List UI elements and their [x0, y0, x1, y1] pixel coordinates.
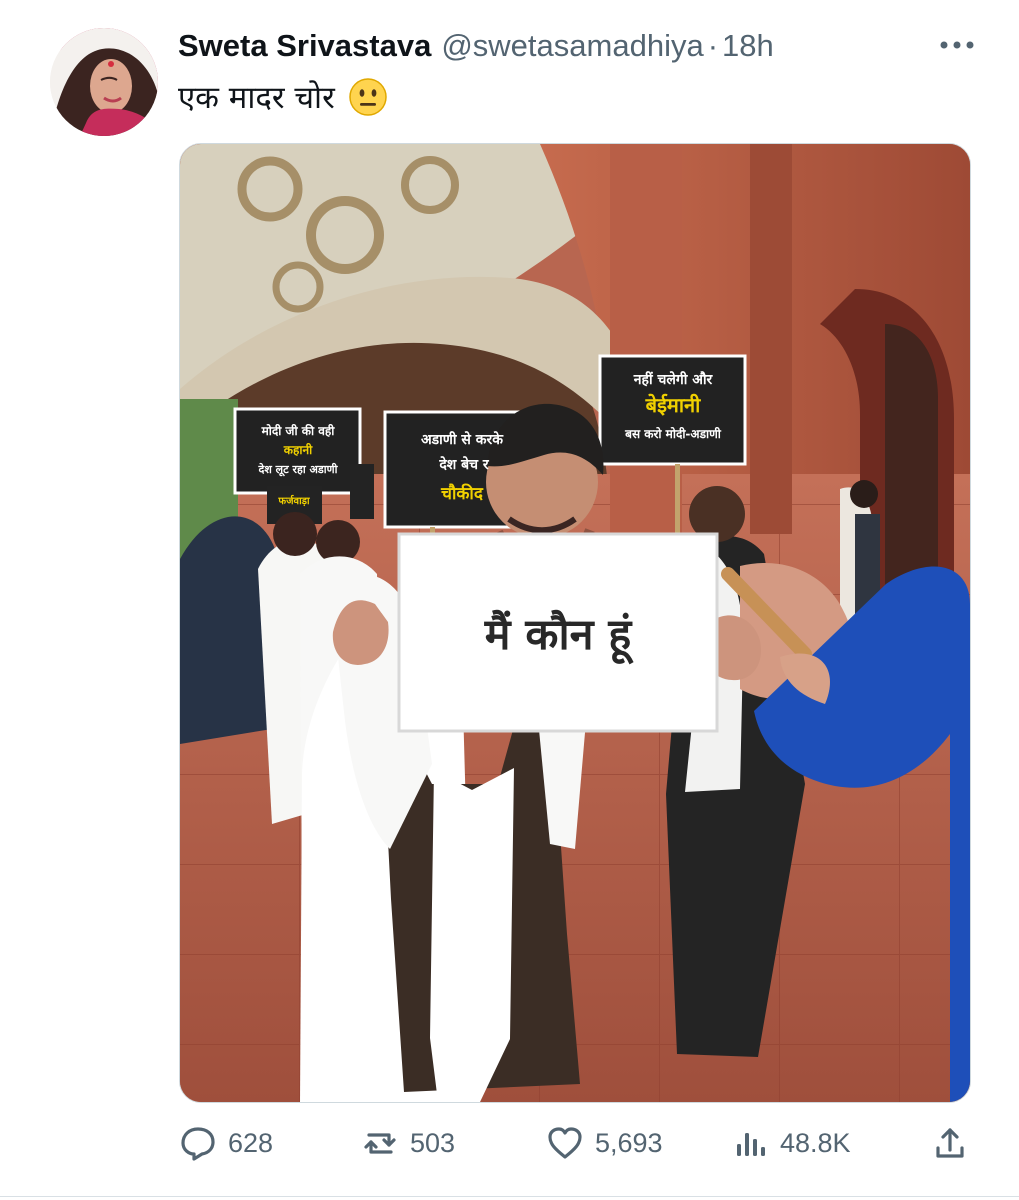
- views-count: 48.8K: [780, 1127, 851, 1158]
- share-action[interactable]: [930, 1118, 970, 1168]
- middle-sign-line-1: अडाणी से करके: [421, 431, 504, 448]
- tweet-header: Sweta Srivastava @swetasamadhiya · 18h: [178, 26, 978, 66]
- header-separator: ·: [707, 28, 719, 63]
- author-handle[interactable]: @swetasamadhiya: [441, 28, 703, 64]
- reply-action[interactable]: 628: [178, 1118, 273, 1168]
- tweet-media[interactable]: मोदी जी की वही कहानी देश लूट रहा अडाणी अ…: [179, 143, 971, 1103]
- share-icon: [936, 1128, 964, 1158]
- author-avatar[interactable]: [50, 28, 158, 136]
- tweet-actions: 628 503 5,693 48.8K: [178, 1118, 978, 1168]
- protest-photo: मोदी जी की वही कहानी देश लूट रहा अडाणी अ…: [180, 144, 970, 1102]
- reply-icon: [181, 1127, 215, 1161]
- tweet-body: एक मादर चोर: [178, 76, 389, 118]
- middle-sign-line-2: देश बेच र: [438, 456, 490, 473]
- main-sign-text: मैं कौन हूं: [484, 609, 635, 665]
- left-sign-line-2: कहानी: [283, 443, 313, 457]
- views-action[interactable]: 48.8K: [730, 1118, 851, 1168]
- like-action[interactable]: 5,693: [545, 1118, 663, 1168]
- left-sign-line-3: देश लूट रहा अडाणी: [258, 462, 339, 477]
- author-name[interactable]: Sweta Srivastava: [178, 28, 431, 64]
- more-icon[interactable]: [936, 28, 978, 62]
- tweet-text: एक मादर चोर: [178, 80, 335, 116]
- middle-sign-line-3: चौकीद: [440, 483, 484, 504]
- heart-icon: [548, 1127, 582, 1159]
- views-icon: [737, 1133, 765, 1156]
- neutral-face-icon: [349, 78, 387, 116]
- bottom-divider: [0, 1196, 1019, 1197]
- reply-count: 628: [228, 1127, 274, 1158]
- right-sign-line-1: नहीं चलेगी और: [633, 371, 714, 388]
- right-sign-line-2: बेईमानी: [645, 393, 701, 417]
- post-time[interactable]: 18h: [722, 28, 774, 64]
- repost-action[interactable]: 503: [360, 1118, 455, 1168]
- like-count: 5,693: [595, 1127, 663, 1158]
- profile-photo: [50, 28, 158, 136]
- repost-icon: [364, 1133, 396, 1154]
- left-sign-line-1: मोदी जी की वही: [261, 424, 336, 438]
- tweet-screen: Sweta Srivastava @swetasamadhiya · 18h ए…: [0, 0, 1019, 1200]
- repost-count: 503: [410, 1127, 456, 1158]
- right-sign-line-3: बस करो मोदी-अडाणी: [624, 427, 722, 441]
- small-sign-label: फर्जवाड़ा: [277, 494, 310, 507]
